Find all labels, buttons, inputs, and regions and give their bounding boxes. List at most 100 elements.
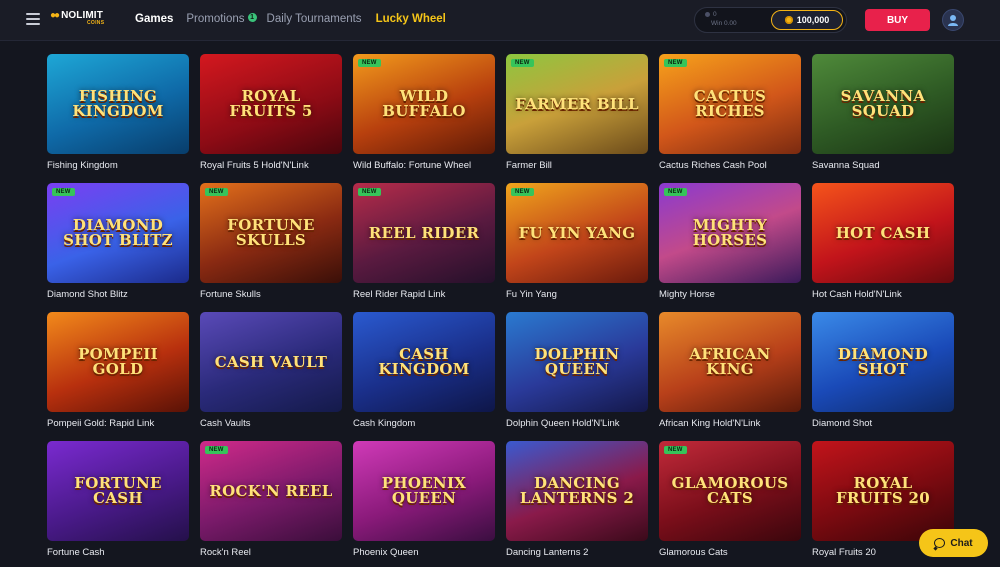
game-logo-art: Mighty Horses: [692, 216, 768, 249]
main-nav: Games Promotions 1 Daily Tournaments Luc…: [135, 13, 456, 25]
game-thumbnail[interactable]: Cash Kingdom: [353, 312, 495, 412]
game-tile[interactable]: Cactus Riches NEW Cactus Riches Cash Pool: [659, 54, 801, 183]
game-tile[interactable]: Mighty Horses NEW Mighty Horse: [659, 183, 801, 312]
game-thumbnail[interactable]: Royal Fruits 5: [200, 54, 342, 154]
coin-balance[interactable]: 100,000: [771, 10, 843, 30]
game-tile[interactable]: Reel Rider NEW Reel Rider Rapid Link: [353, 183, 495, 312]
game-tile[interactable]: Cash Vault Cash Vaults: [200, 312, 342, 441]
game-tile[interactable]: Dolphin Queen Dolphin Queen Hold'N'Link: [506, 312, 648, 441]
menu-icon[interactable]: [26, 13, 40, 25]
game-thumbnail[interactable]: Wild Buffalo NEW: [353, 54, 495, 154]
game-grid: Fishing Kingdom Fishing Kingdom Royal Frui…: [47, 54, 954, 567]
game-tile[interactable]: Savanna Squad Savanna Squad: [812, 54, 954, 183]
game-thumbnail[interactable]: Cash Vault: [200, 312, 342, 412]
game-thumbnail[interactable]: Farmer Bill NEW: [506, 54, 648, 154]
game-title[interactable]: Savanna Squad: [812, 160, 880, 171]
game-title[interactable]: Diamond Shot Blitz: [47, 289, 128, 300]
game-tile[interactable]: Royal Fruits 5 Royal Fruits 5 Hold'N'Link: [200, 54, 342, 183]
game-thumbnail[interactable]: Rock'n Reel NEW: [200, 441, 342, 541]
game-title[interactable]: Pompeii Gold: Rapid Link: [47, 418, 154, 429]
game-thumbnail[interactable]: Fortune Skulls NEW: [200, 183, 342, 283]
game-tile[interactable]: Diamond Shot Diamond Shot: [812, 312, 954, 441]
game-title[interactable]: Cash Vaults: [200, 418, 251, 429]
avatar[interactable]: [942, 9, 964, 31]
game-tile[interactable]: Fortune Cash Fortune Cash: [47, 441, 189, 567]
chat-bubble-icon: [934, 538, 946, 548]
game-logo-art: Rock'n Reel: [209, 481, 333, 500]
game-title[interactable]: Fortune Cash: [47, 547, 105, 558]
game-thumbnail[interactable]: African King: [659, 312, 801, 412]
nav-daily-tournaments[interactable]: Daily Tournaments: [267, 13, 362, 25]
game-logo-art: Cash Vault: [214, 352, 328, 371]
logo-mark-icon: ●●: [50, 10, 60, 21]
game-thumbnail[interactable]: Diamond Shot Blitz NEW: [47, 183, 189, 283]
game-tile[interactable]: Dancing Lanterns 2 Dancing Lanterns 2: [506, 441, 648, 567]
game-thumbnail[interactable]: Pompeii Gold: [47, 312, 189, 412]
game-tile[interactable]: Glamorous Cats NEW Glamorous Cats: [659, 441, 801, 567]
game-logo-art: Farmer Bill: [515, 94, 639, 113]
game-tile[interactable]: Pompeii Gold Pompeii Gold: Rapid Link: [47, 312, 189, 441]
game-tile[interactable]: Hot Cash Hot Cash Hold'N'Link: [812, 183, 954, 312]
nav-games[interactable]: Games: [135, 13, 173, 25]
game-title[interactable]: Rock'n Reel: [200, 547, 251, 558]
game-tile[interactable]: Rock'n Reel NEW Rock'n Reel: [200, 441, 342, 567]
game-tile[interactable]: Fishing Kingdom Fishing Kingdom: [47, 54, 189, 183]
game-thumbnail[interactable]: Dolphin Queen: [506, 312, 648, 412]
buy-button[interactable]: BUY: [865, 9, 930, 31]
chat-label: Chat: [950, 537, 973, 549]
new-badge: NEW: [205, 188, 228, 196]
game-title[interactable]: Fishing Kingdom: [47, 160, 118, 171]
game-title[interactable]: Farmer Bill: [506, 160, 552, 171]
coin-icon: [784, 16, 793, 24]
game-thumbnail[interactable]: Dancing Lanterns 2: [506, 441, 648, 541]
logo[interactable]: ●● NOLIMIT COINS: [50, 10, 114, 30]
game-tile[interactable]: Farmer Bill NEW Farmer Bill: [506, 54, 648, 183]
nav-promotions[interactable]: Promotions 1: [186, 13, 257, 25]
game-thumbnail[interactable]: Savanna Squad: [812, 54, 954, 154]
game-title[interactable]: African King Hold'N'Link: [659, 418, 760, 429]
game-tile[interactable]: Fu Yin Yang NEW Fu Yin Yang: [506, 183, 648, 312]
game-title[interactable]: Wild Buffalo: Fortune Wheel: [353, 160, 471, 171]
game-logo-art: Hot Cash: [835, 223, 931, 242]
game-title[interactable]: Cactus Riches Cash Pool: [659, 160, 767, 171]
game-thumbnail[interactable]: Phoenix Queen: [353, 441, 495, 541]
game-thumbnail[interactable]: Fu Yin Yang NEW: [506, 183, 648, 283]
game-thumbnail[interactable]: Mighty Horses NEW: [659, 183, 801, 283]
game-tile[interactable]: Fortune Skulls NEW Fortune Skulls: [200, 183, 342, 312]
coin-balance-value: 100,000: [796, 15, 830, 25]
game-thumbnail[interactable]: Glamorous Cats NEW: [659, 441, 801, 541]
game-tile[interactable]: Diamond Shot Blitz NEW Diamond Shot Blitz: [47, 183, 189, 312]
game-title[interactable]: Dolphin Queen Hold'N'Link: [506, 418, 619, 429]
game-tile[interactable]: Phoenix Queen Phoenix Queen: [353, 441, 495, 567]
game-thumbnail[interactable]: Reel Rider NEW: [353, 183, 495, 283]
new-badge: NEW: [358, 59, 381, 67]
chat-button[interactable]: Chat: [919, 529, 988, 557]
game-tile[interactable]: Cash Kingdom Cash Kingdom: [353, 312, 495, 441]
game-title[interactable]: Royal Fruits 5 Hold'N'Link: [200, 160, 309, 171]
game-logo-art: Diamond Shot Blitz: [63, 216, 173, 249]
game-thumbnail[interactable]: Cactus Riches NEW: [659, 54, 801, 154]
game-title[interactable]: Phoenix Queen: [353, 547, 419, 558]
top-bar: ●● NOLIMIT COINS Games Promotions 1 Dail…: [0, 0, 1000, 41]
game-thumbnail[interactable]: Fortune Cash: [47, 441, 189, 541]
game-title[interactable]: Reel Rider Rapid Link: [353, 289, 445, 300]
game-title[interactable]: Diamond Shot: [812, 418, 872, 429]
nav-lucky-wheel[interactable]: Lucky Wheel: [376, 13, 446, 25]
game-thumbnail[interactable]: Diamond Shot: [812, 312, 954, 412]
win-box[interactable]: 0 Win 0.00: [703, 11, 765, 29]
new-badge: NEW: [664, 59, 687, 67]
game-title[interactable]: Royal Fruits 20: [812, 547, 876, 558]
game-title[interactable]: Glamorous Cats: [659, 547, 728, 558]
game-logo-art: Royal Fruits 20: [835, 474, 930, 507]
game-thumbnail[interactable]: Royal Fruits 20: [812, 441, 954, 541]
game-title[interactable]: Fu Yin Yang: [506, 289, 557, 300]
game-tile[interactable]: Wild Buffalo NEW Wild Buffalo: Fortune Whe…: [353, 54, 495, 183]
game-title[interactable]: Cash Kingdom: [353, 418, 415, 429]
game-title[interactable]: Fortune Skulls: [200, 289, 261, 300]
game-tile[interactable]: African King African King Hold'N'Link: [659, 312, 801, 441]
game-title[interactable]: Mighty Horse: [659, 289, 715, 300]
game-title[interactable]: Dancing Lanterns 2: [506, 547, 588, 558]
game-thumbnail[interactable]: Fishing Kingdom: [47, 54, 189, 154]
game-title[interactable]: Hot Cash Hold'N'Link: [812, 289, 902, 300]
game-thumbnail[interactable]: Hot Cash: [812, 183, 954, 283]
